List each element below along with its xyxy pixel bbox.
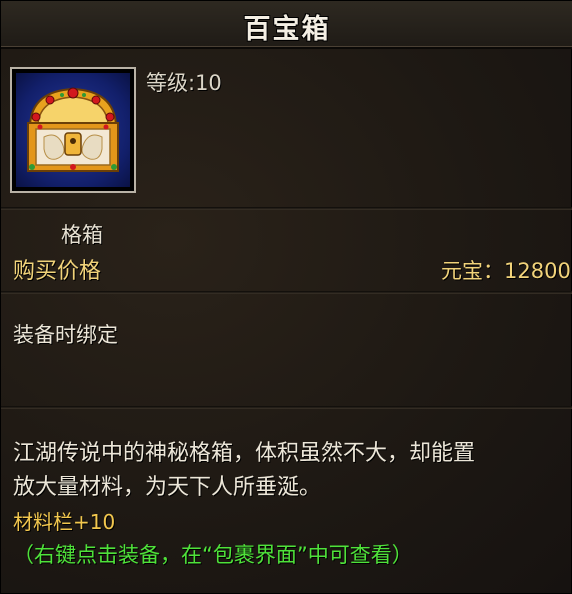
- usage-hint: （右键点击装备，在“包裹界面”中可查看）: [13, 543, 413, 567]
- description-line-2: 放大量材料，为天下人所垂涎。: [13, 475, 322, 500]
- item-name: 百宝箱: [243, 14, 331, 45]
- treasure-chest-icon: [16, 73, 130, 187]
- title-bar: 百宝箱: [1, 1, 572, 49]
- item-category: 格箱: [61, 223, 103, 247]
- divider: [1, 291, 572, 294]
- binding-status: 装备时绑定: [13, 323, 118, 347]
- buy-price-label: 购买价格: [13, 259, 102, 284]
- divider: [1, 207, 572, 210]
- description-line-1: 江湖传说中的神秘格箱，体积虽然不大，却能置: [13, 441, 476, 466]
- buy-price-value: 元宝：12800: [441, 259, 571, 283]
- item-level: 等级:10: [146, 71, 222, 95]
- item-tooltip: 百宝箱 等级:10 格箱 购买价格 元宝：12800 装备时绑定 江湖传说中的神…: [0, 0, 572, 594]
- divider: [1, 406, 572, 409]
- item-icon-frame: [10, 67, 136, 193]
- item-attribute: 材料栏+10: [13, 510, 116, 534]
